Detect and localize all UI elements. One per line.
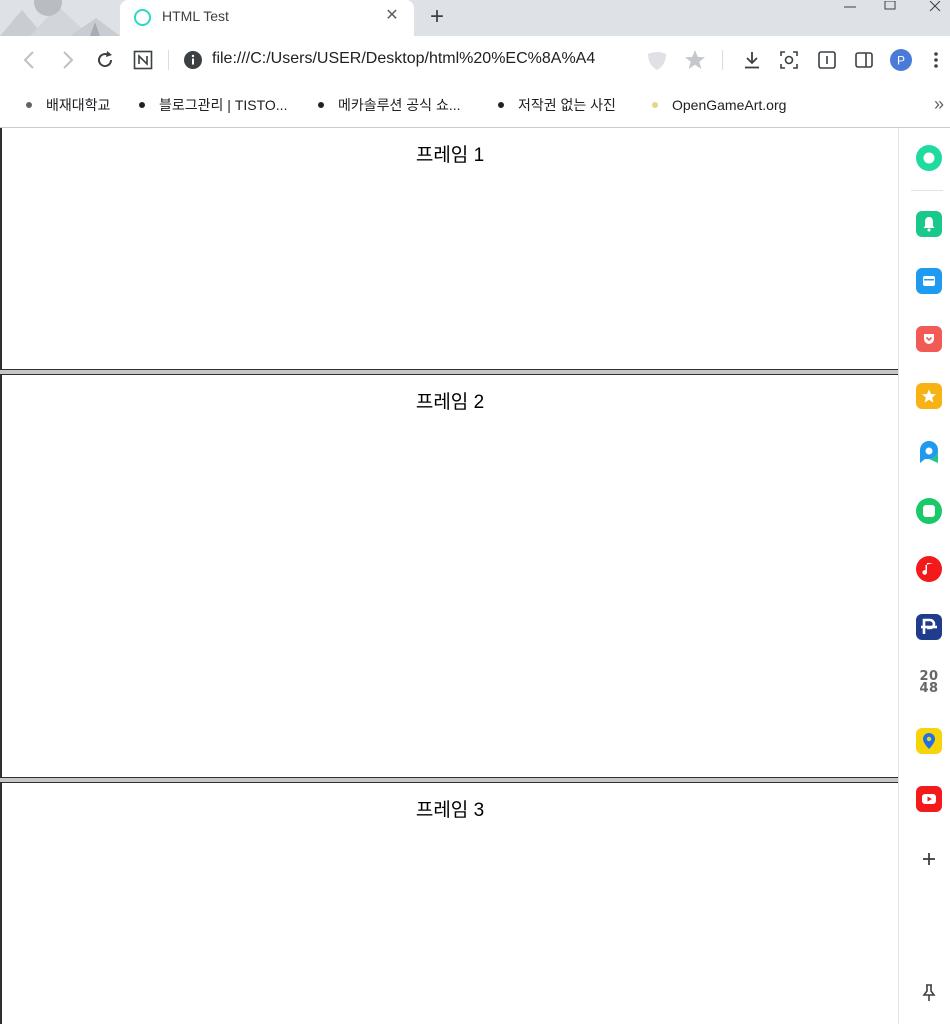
pocket-icon[interactable]	[916, 326, 942, 352]
frame-3[interactable]: 프레임 3	[0, 783, 898, 1024]
bookmark-favicon-icon	[498, 102, 504, 108]
youtube-icon[interactable]	[916, 786, 942, 812]
maximize-button[interactable]	[870, 0, 910, 12]
menu-kebab-icon[interactable]	[924, 48, 948, 72]
bookmark-favicon-icon	[318, 102, 324, 108]
profile-avatar-icon[interactable]: P	[889, 48, 913, 72]
bookmarks-overflow-button[interactable]: »	[934, 94, 944, 115]
pin-icon[interactable]	[916, 980, 942, 1006]
tab-favicon-icon	[134, 9, 151, 26]
svg-text:P: P	[897, 54, 905, 68]
tab-title: HTML Test	[162, 8, 229, 24]
notification-bell-icon[interactable]	[916, 211, 942, 237]
screenshot-icon[interactable]	[777, 48, 801, 72]
toolbar: file:///C:/Users/USER/Desktop/html%20%EC…	[0, 36, 950, 84]
back-icon[interactable]	[18, 48, 42, 72]
bookmark-label: 배재대학교	[46, 97, 111, 113]
frame-title: 프레임 3	[415, 800, 485, 821]
bookmark-star-icon[interactable]	[683, 48, 707, 72]
site-info-icon[interactable]	[181, 48, 205, 72]
reader-mode-icon[interactable]	[815, 48, 839, 72]
bookmark-favicon-icon	[139, 102, 145, 108]
reload-icon[interactable]	[93, 48, 117, 72]
bookmark-item[interactable]: 저작권 없는 사진	[498, 94, 616, 116]
game-2048-icon[interactable]: 20 48	[916, 670, 942, 696]
bookmark-label: 저작권 없는 사진	[518, 97, 616, 113]
address-bar-input[interactable]: file:///C:/Users/USER/Desktop/html%20%EC…	[212, 50, 624, 68]
wallet-icon[interactable]	[916, 268, 942, 294]
shield-icon[interactable]	[645, 48, 669, 72]
bookmark-item[interactable]: 메카솔루션 공식 쇼...	[318, 94, 461, 116]
frame-title: 프레임 2	[415, 392, 485, 413]
forward-icon[interactable]	[55, 48, 79, 72]
frame-1[interactable]: 프레임 1	[0, 128, 898, 369]
favorite-star-icon[interactable]	[916, 383, 942, 409]
bookmark-item[interactable]: OpenGameArt.org	[652, 94, 786, 116]
map-pin-icon[interactable]	[916, 728, 942, 754]
side-panel-icon[interactable]	[852, 48, 876, 72]
tab-close-icon[interactable]: ✕	[384, 8, 400, 24]
frame-2[interactable]: 프레임 2	[0, 375, 898, 777]
toolbar-separator	[168, 50, 169, 70]
minimize-button[interactable]	[830, 0, 870, 12]
papago-icon[interactable]	[916, 441, 942, 467]
naver-icon[interactable]	[131, 48, 155, 72]
bookmark-label: 메카솔루션 공식 쇼...	[338, 97, 461, 113]
add-icon[interactable]	[916, 846, 942, 872]
bookmark-favicon-icon	[26, 102, 32, 108]
tab-strip: HTML Test ✕ +	[0, 0, 950, 36]
bookmarks-bar: 배재대학교 블로그관리 | TISTO... 메카솔루션 공식 쇼... 저작권…	[0, 84, 950, 128]
music-note-icon[interactable]	[916, 556, 942, 582]
naver-app-icon[interactable]	[916, 498, 942, 524]
toolbar-separator	[722, 50, 723, 70]
bookmark-label: 블로그관리 | TISTO...	[159, 97, 288, 113]
side-panel: 20 48	[898, 128, 950, 1024]
frame-title: 프레임 1	[415, 145, 485, 166]
bookmark-label: OpenGameArt.org	[672, 97, 787, 113]
bookmark-favicon-icon	[652, 102, 658, 108]
new-tab-button[interactable]: +	[424, 5, 450, 31]
download-icon[interactable]	[740, 48, 764, 72]
theme-decoration	[0, 0, 120, 36]
bookmark-item[interactable]: 배재대학교	[26, 94, 110, 116]
page-content: 프레임 1 프레임 2 프레임 3	[0, 128, 898, 1024]
whale-space-icon[interactable]	[916, 145, 942, 171]
active-tab[interactable]: HTML Test ✕	[120, 0, 414, 36]
side-panel-divider	[911, 190, 943, 191]
bookmark-item[interactable]: 블로그관리 | TISTO...	[139, 94, 287, 116]
parking-p-icon[interactable]	[916, 614, 942, 640]
url-fade	[596, 46, 626, 74]
close-window-button[interactable]	[910, 0, 950, 12]
